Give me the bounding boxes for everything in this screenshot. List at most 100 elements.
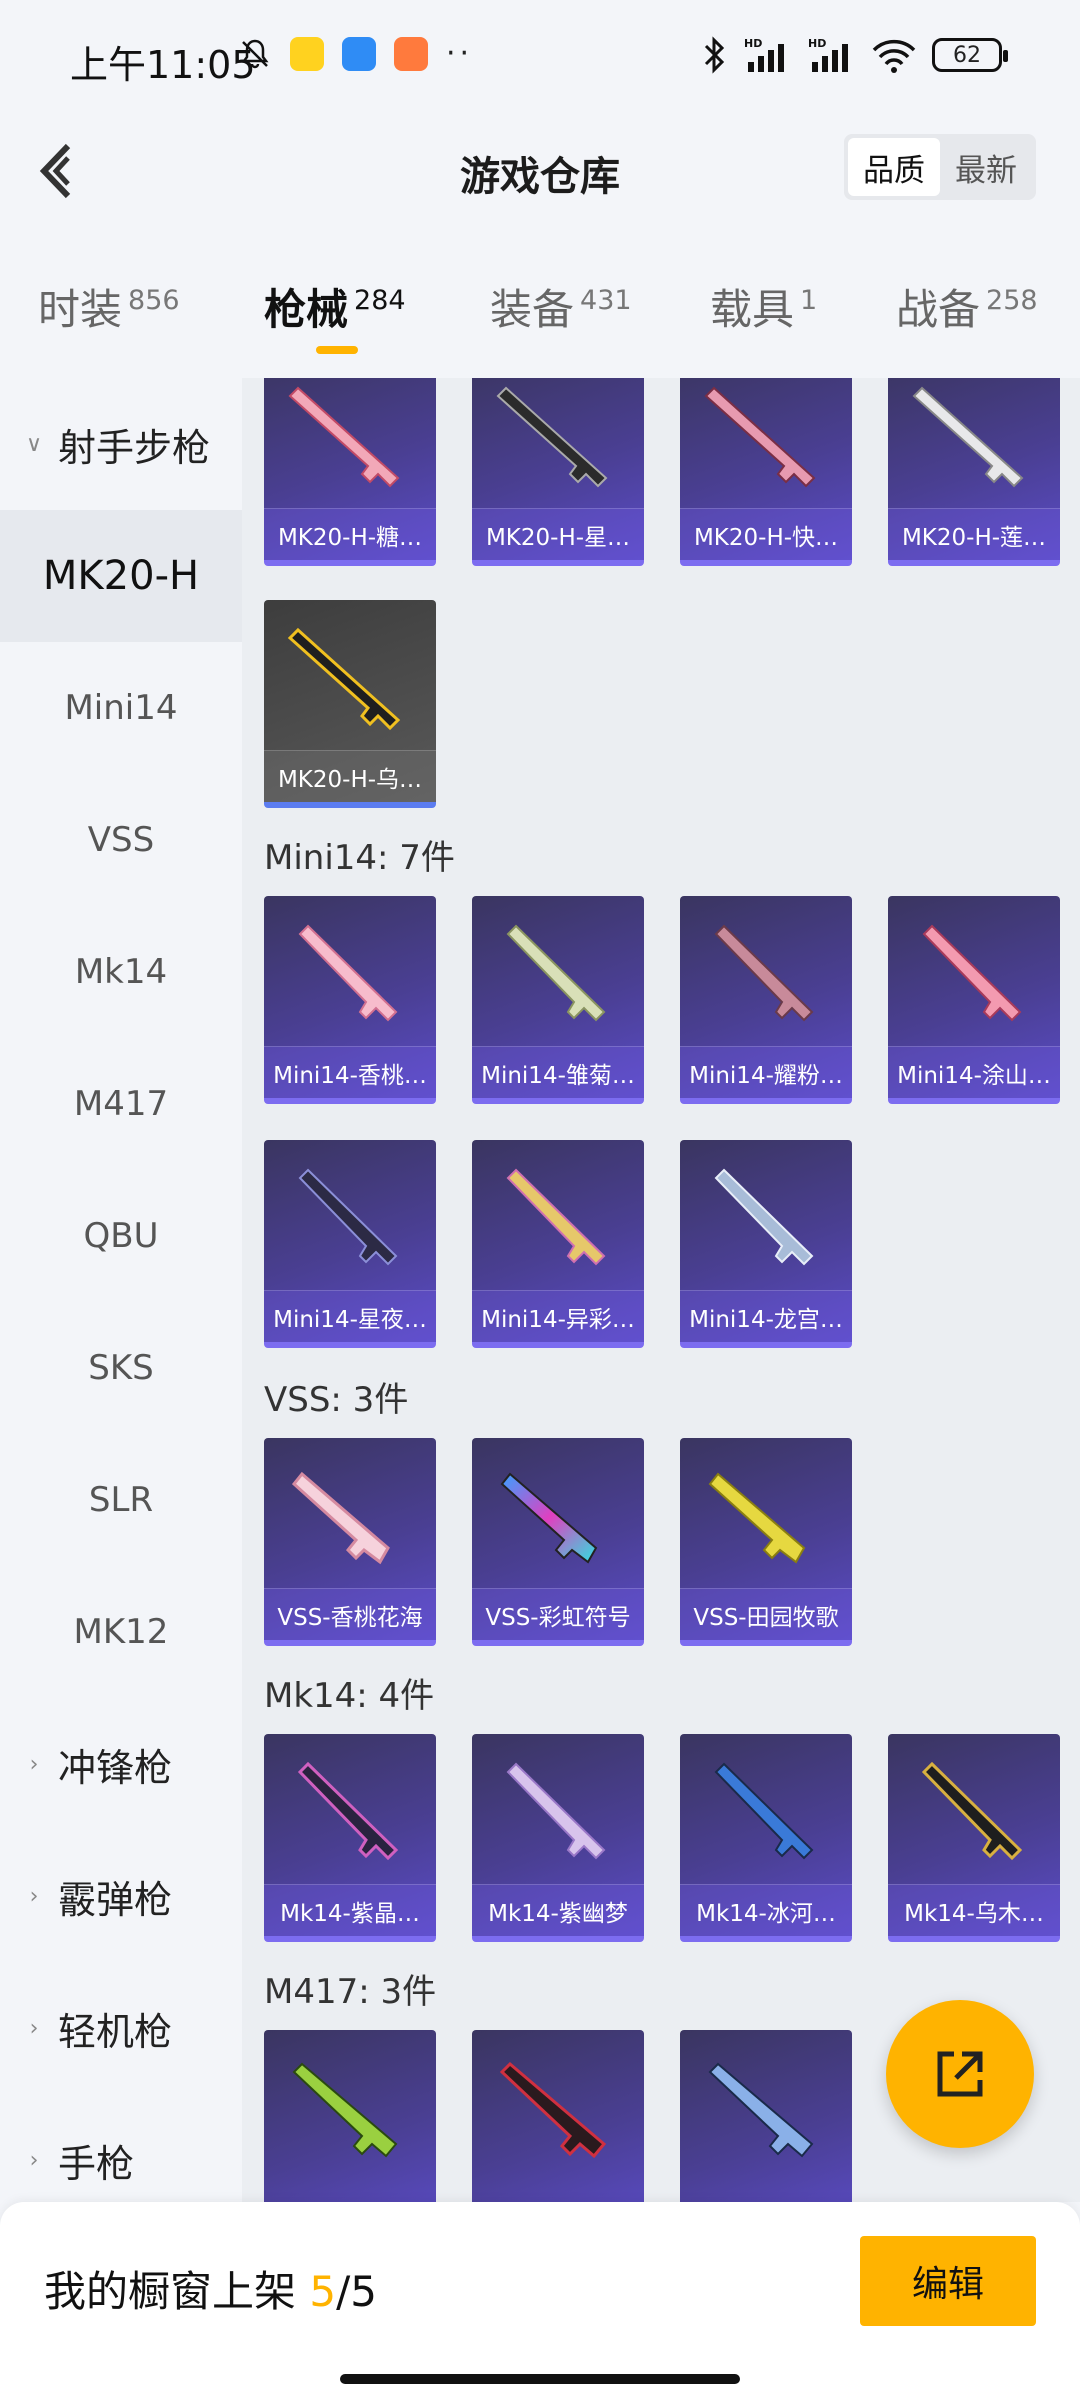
rifle-skin-icon: [298, 1168, 398, 1266]
showcase-bar: 我的橱窗上架 5/5 编辑: [0, 2202, 1080, 2400]
tab-count: 1: [800, 285, 818, 316]
skin-card[interactable]: Mini14-龙宫…: [680, 1140, 852, 1348]
share-button[interactable]: [886, 2000, 1034, 2148]
rifle-skin-icon: [288, 386, 400, 488]
sidebar-group-shotgun[interactable]: › 霰弹枪: [0, 1830, 242, 1962]
rifle-skin-icon: [298, 924, 398, 1022]
sidebar-group-pistol[interactable]: › 手枪: [0, 2094, 242, 2202]
edit-button[interactable]: 编辑: [860, 2236, 1036, 2326]
skin-name: Mk14-乌木…: [888, 1884, 1060, 1936]
skin-card[interactable]: MK20-H-快…: [680, 378, 852, 566]
tab-supplies[interactable]: 战备 258: [896, 276, 1038, 337]
skin-card[interactable]: Mini14-雏菊…: [472, 896, 644, 1104]
skin-name: Mk14-紫幽梦: [472, 1884, 644, 1936]
section-title-mini14: Mini14: 7件: [264, 838, 455, 878]
skin-card[interactable]: VSS-田园牧歌: [680, 1438, 852, 1646]
skin-card[interactable]: Mk14-紫晶…: [264, 1734, 436, 1942]
notification-icons: ··: [238, 36, 473, 71]
sidebar-item-mini14[interactable]: Mini14: [0, 642, 242, 774]
sidebar-item-mk12[interactable]: MK12: [0, 1566, 242, 1698]
sidebar-item-sks[interactable]: SKS: [0, 1302, 242, 1434]
skin-card[interactable]: VSS-香桃花海: [264, 1438, 436, 1646]
rifle-skin-icon: [912, 386, 1024, 488]
skin-card[interactable]: Mini14-涂山…: [888, 896, 1060, 1104]
skin-name: MK20-H-乌…: [264, 750, 436, 802]
sidebar-item-vss[interactable]: VSS: [0, 774, 242, 906]
signal-1-icon: HD: [744, 37, 784, 72]
rifle-skin-icon: [506, 1168, 606, 1266]
skin-name: Mini14-异彩…: [472, 1290, 644, 1342]
tab-label: 枪械: [264, 285, 349, 334]
skin-name: Mini14-香桃…: [264, 1046, 436, 1098]
sort-quality-button[interactable]: 品质: [848, 138, 940, 196]
sidebar-item-mk14[interactable]: Mk14: [0, 906, 242, 1038]
skin-card[interactable]: MK20-H-糖…: [264, 378, 436, 566]
skin-card[interactable]: VSS-彩虹符号: [472, 1438, 644, 1646]
sidebar-group-lmg[interactable]: › 轻机枪: [0, 1962, 242, 2094]
skin-name: Mk14-紫晶…: [264, 1884, 436, 1936]
wifi-icon: [872, 39, 916, 73]
app-notification-icon-orange: [394, 36, 428, 71]
skin-name: VSS-田园牧歌: [680, 1588, 852, 1640]
rifle-skin-icon: [291, 1471, 390, 1565]
more-notifications-icon: ··: [446, 36, 474, 71]
skin-card[interactable]: MK20-H-星…: [472, 378, 644, 566]
app-notification-icon-blue: [342, 36, 376, 71]
skin-card[interactable]: [472, 2030, 644, 2202]
chevron-down-icon: ∨: [25, 431, 43, 457]
weapon-sidebar: ∨ 射手步枪 MK20-H Mini14 VSS Mk14 M417 QBU S…: [0, 378, 242, 2202]
skin-card[interactable]: MK20-H-莲…: [888, 378, 1060, 566]
tab-count: 284: [354, 285, 406, 316]
battery-icon: 62: [932, 38, 1008, 72]
rifle-skin-icon: [708, 1472, 806, 1564]
rifle-skin-icon: [287, 627, 401, 731]
rifle-skin-icon: [714, 1168, 814, 1266]
rifle-skin-icon: [708, 2062, 814, 2158]
status-time: 上午11:05: [70, 43, 256, 87]
sidebar-group-smg[interactable]: › 冲锋枪: [0, 1698, 242, 1830]
skin-card[interactable]: Mini14-香桃…: [264, 896, 436, 1104]
skin-card[interactable]: Mk14-紫幽梦: [472, 1734, 644, 1942]
chevron-right-icon: ›: [29, 1883, 39, 1909]
rifle-skin-icon: [499, 2061, 607, 2159]
skin-card[interactable]: Mini14-星夜…: [264, 1140, 436, 1348]
chevron-right-icon: ›: [29, 2015, 39, 2041]
rifle-skin-icon: [500, 1472, 598, 1564]
skin-card[interactable]: Mk14-冰河…: [680, 1734, 852, 1942]
rifle-skin-icon: [292, 2062, 398, 2158]
skin-grid: MK20-H-糖… MK20-H-星… MK20-H-快… MK20-H-莲… …: [242, 378, 1080, 2202]
rifle-skin-icon: [921, 1761, 1023, 1861]
tab-fashion[interactable]: 时装 856: [38, 276, 180, 337]
tab-count: 258: [986, 285, 1038, 316]
tab-vehicles[interactable]: 载具 1: [710, 276, 817, 337]
category-tabs: 时装 856 枪械 284 装备 431 载具 1 战备 258: [0, 256, 1080, 376]
skin-card[interactable]: MK20-H-乌…: [264, 600, 436, 808]
sidebar-item-slr[interactable]: SLR: [0, 1434, 242, 1566]
sidebar-item-mk20h[interactable]: MK20-H: [0, 510, 242, 642]
active-tab-indicator: [316, 346, 358, 354]
sidebar-group-label: 手枪: [58, 2141, 135, 2186]
svg-text:HD: HD: [808, 37, 826, 50]
chevron-right-icon: ›: [29, 1751, 39, 1777]
rifle-skin-icon: [506, 924, 606, 1022]
skin-card[interactable]: Mini14-异彩…: [472, 1140, 644, 1348]
sidebar-item-qbu[interactable]: QBU: [0, 1170, 242, 1302]
tab-weapons[interactable]: 枪械 284: [264, 276, 406, 337]
sort-latest-button[interactable]: 最新: [940, 138, 1032, 196]
sidebar-group-label: 轻机枪: [58, 2009, 173, 2054]
tab-label: 战备: [896, 285, 981, 334]
skin-name: VSS-彩虹符号: [472, 1588, 644, 1640]
rifle-skin-icon: [506, 1762, 606, 1860]
skin-name: Mini14-耀粉…: [680, 1046, 852, 1098]
rifle-skin-icon: [297, 1761, 399, 1861]
sidebar-item-m417[interactable]: M417: [0, 1038, 242, 1170]
skin-name: Mini14-涂山…: [888, 1046, 1060, 1098]
sidebar-group-marksman-rifle[interactable]: ∨ 射手步枪: [0, 378, 242, 510]
home-indicator[interactable]: [340, 2374, 740, 2384]
skin-card[interactable]: Mini14-耀粉…: [680, 896, 852, 1104]
skin-card[interactable]: Mk14-乌木…: [888, 1734, 1060, 1942]
skin-card[interactable]: [264, 2030, 436, 2202]
skin-card[interactable]: [680, 2030, 852, 2202]
tab-equipment[interactable]: 装备 431: [490, 276, 632, 337]
sort-toggle: 品质 最新: [844, 134, 1036, 200]
